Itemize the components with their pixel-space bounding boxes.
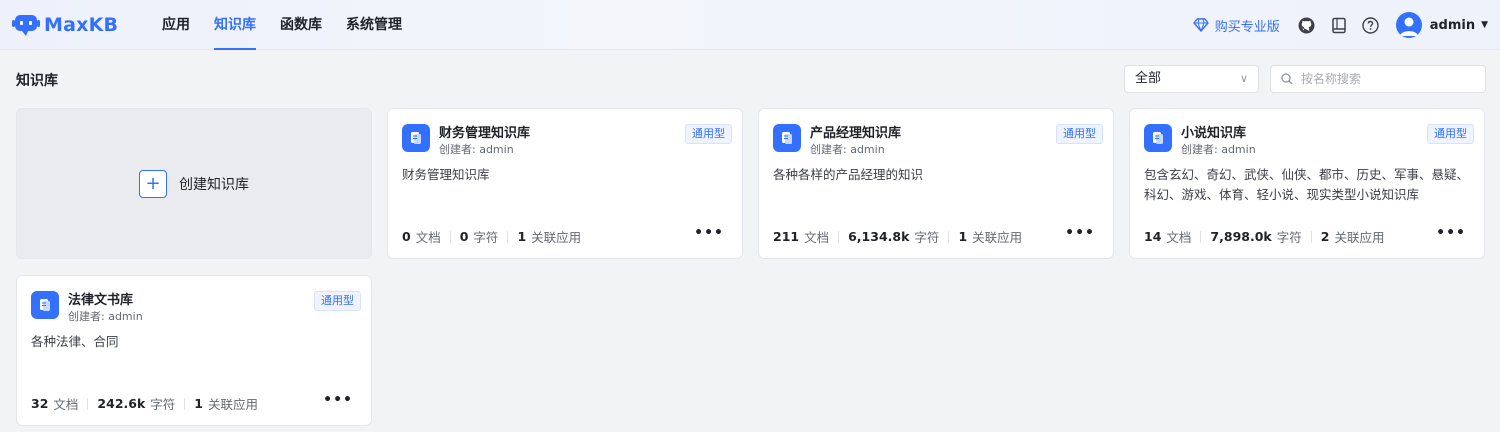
app-label: 关联应用	[208, 397, 259, 412]
char-label: 字符	[150, 397, 176, 412]
plus-icon: +	[139, 169, 167, 198]
search-icon	[1281, 73, 1293, 85]
divider	[1310, 230, 1312, 243]
knowledge-name: 财务管理知识库	[439, 126, 531, 141]
divider	[87, 397, 89, 410]
buy-pro-link[interactable]: 购买专业版	[1193, 16, 1280, 35]
main-nav: 应用 知识库 函数库 系统管理	[150, 0, 414, 50]
type-tag: 通用型	[1427, 124, 1474, 144]
doc-count: 0	[402, 229, 411, 244]
knowledge-stats: 211 文档 6,134.8k 字符 1 关联应用	[773, 227, 1022, 246]
user-name[interactable]: admin	[1430, 18, 1475, 33]
user-avatar[interactable]	[1395, 12, 1422, 38]
knowledge-name: 小说知识库	[1181, 126, 1247, 141]
knowledge-creator: 创建者: admin	[810, 143, 885, 156]
knowledge-creator: 创建者: admin	[68, 310, 143, 323]
app-name: MaxKB	[44, 14, 119, 36]
chevron-down-icon: ∨	[1239, 72, 1248, 85]
app-label: 关联应用	[1334, 230, 1385, 245]
knowledge-description: 包含玄幻、奇幻、武侠、仙侠、都市、历史、军事、悬疑、科幻、游戏、体育、轻小说、现…	[1144, 167, 1470, 202]
char-label: 字符	[1276, 230, 1302, 245]
knowledge-creator: 创建者: admin	[1181, 143, 1256, 156]
divider	[1200, 230, 1202, 243]
github-icon[interactable]	[1298, 16, 1316, 34]
divider	[948, 230, 950, 243]
knowledge-stats: 0 文档 0 字符 1 关联应用	[402, 227, 581, 246]
divider	[838, 230, 840, 243]
diamond-icon	[1193, 18, 1209, 32]
app-label: 关联应用	[531, 230, 582, 245]
knowledge-name: 产品经理知识库	[810, 126, 902, 141]
doc-count: 14	[1144, 229, 1162, 244]
type-tag: 通用型	[314, 291, 361, 311]
buy-pro-label: 购买专业版	[1214, 19, 1280, 35]
search-input[interactable]	[1301, 72, 1471, 86]
doc-label: 文档	[1166, 230, 1192, 245]
knowledge-card[interactable]: 法律文书库 创建者: admin 通用型 各种法律、合同 32 文档 242.6k…	[16, 275, 372, 426]
nav-item-knowledge[interactable]: 知识库	[202, 0, 268, 50]
doc-label: 文档	[415, 230, 441, 245]
document-icon[interactable]	[1330, 16, 1348, 34]
char-label: 字符	[473, 230, 499, 245]
app-count: 1	[194, 396, 203, 411]
knowledge-description: 各种法律、合同	[31, 334, 119, 349]
knowledge-base-icon	[1144, 124, 1172, 152]
app-count: 1	[517, 229, 527, 244]
nav-item-system[interactable]: 系统管理	[334, 0, 414, 50]
char-label: 字符	[914, 230, 940, 245]
knowledge-card[interactable]: 小说知识库 创建者: admin 通用型 包含玄幻、奇幻、武侠、仙侠、都市、历史…	[1129, 108, 1485, 259]
top-header: MaxKB 应用 知识库 函数库 系统管理 购买专业版 admin ▼	[0, 0, 1500, 50]
app-count: 1	[958, 229, 968, 244]
knowledge-base-icon	[31, 291, 59, 319]
app-logo[interactable]: MaxKB	[12, 12, 118, 38]
type-filter-select[interactable]: 全部 ∨	[1124, 65, 1259, 93]
nav-item-functions[interactable]: 函数库	[268, 0, 334, 50]
doc-label: 文档	[53, 397, 79, 412]
search-box[interactable]	[1270, 65, 1486, 93]
doc-count: 211	[773, 229, 800, 244]
more-icon[interactable]: •••	[694, 225, 724, 241]
more-icon[interactable]: •••	[1065, 225, 1095, 241]
type-filter-value: 全部	[1135, 71, 1162, 86]
divider	[449, 230, 451, 243]
knowledge-card[interactable]: 财务管理知识库 创建者: admin 通用型 财务管理知识库 0 文档 0 字符 1…	[387, 108, 743, 259]
knowledge-stats: 32 文档 242.6k 字符 1 关联应用	[31, 394, 258, 413]
maxkb-logo-icon	[12, 15, 40, 36]
knowledge-creator: 创建者: admin	[439, 143, 514, 156]
char-count: 6,134.8k	[848, 229, 910, 244]
type-tag: 通用型	[685, 124, 732, 144]
app-count: 2	[1320, 229, 1330, 244]
knowledge-card[interactable]: 产品经理知识库 创建者: admin 通用型 各种各样的产品经理的知识 211 文…	[758, 108, 1114, 259]
knowledge-description: 各种各样的产品经理的知识	[773, 167, 924, 182]
header-actions: 购买专业版 admin ▼	[1193, 0, 1488, 50]
nav-item-apps[interactable]: 应用	[150, 0, 202, 50]
doc-label: 文档	[804, 230, 830, 245]
char-count: 0	[459, 229, 469, 244]
knowledge-base-icon	[773, 124, 801, 152]
knowledge-name: 法律文书库	[68, 293, 134, 308]
knowledge-description: 财务管理知识库	[402, 167, 490, 182]
divider	[507, 230, 509, 243]
help-icon[interactable]	[1362, 16, 1380, 34]
more-icon[interactable]: •••	[1436, 225, 1466, 241]
char-count: 242.6k	[97, 396, 146, 411]
char-count: 7,898.0k	[1210, 229, 1272, 244]
type-tag: 通用型	[1056, 124, 1103, 144]
knowledge-stats: 14 文档 7,898.0k 字符 2 关联应用	[1144, 227, 1384, 246]
page-title: 知识库	[16, 73, 58, 89]
create-knowledge-card[interactable]: + 创建知识库	[16, 108, 372, 259]
create-knowledge-label: 创建知识库	[179, 176, 249, 193]
app-label: 关联应用	[972, 230, 1023, 245]
more-icon[interactable]: •••	[323, 392, 353, 408]
divider	[184, 397, 186, 410]
chevron-down-icon[interactable]: ▼	[1481, 20, 1488, 30]
doc-count: 32	[31, 396, 49, 411]
knowledge-base-icon	[402, 124, 430, 152]
